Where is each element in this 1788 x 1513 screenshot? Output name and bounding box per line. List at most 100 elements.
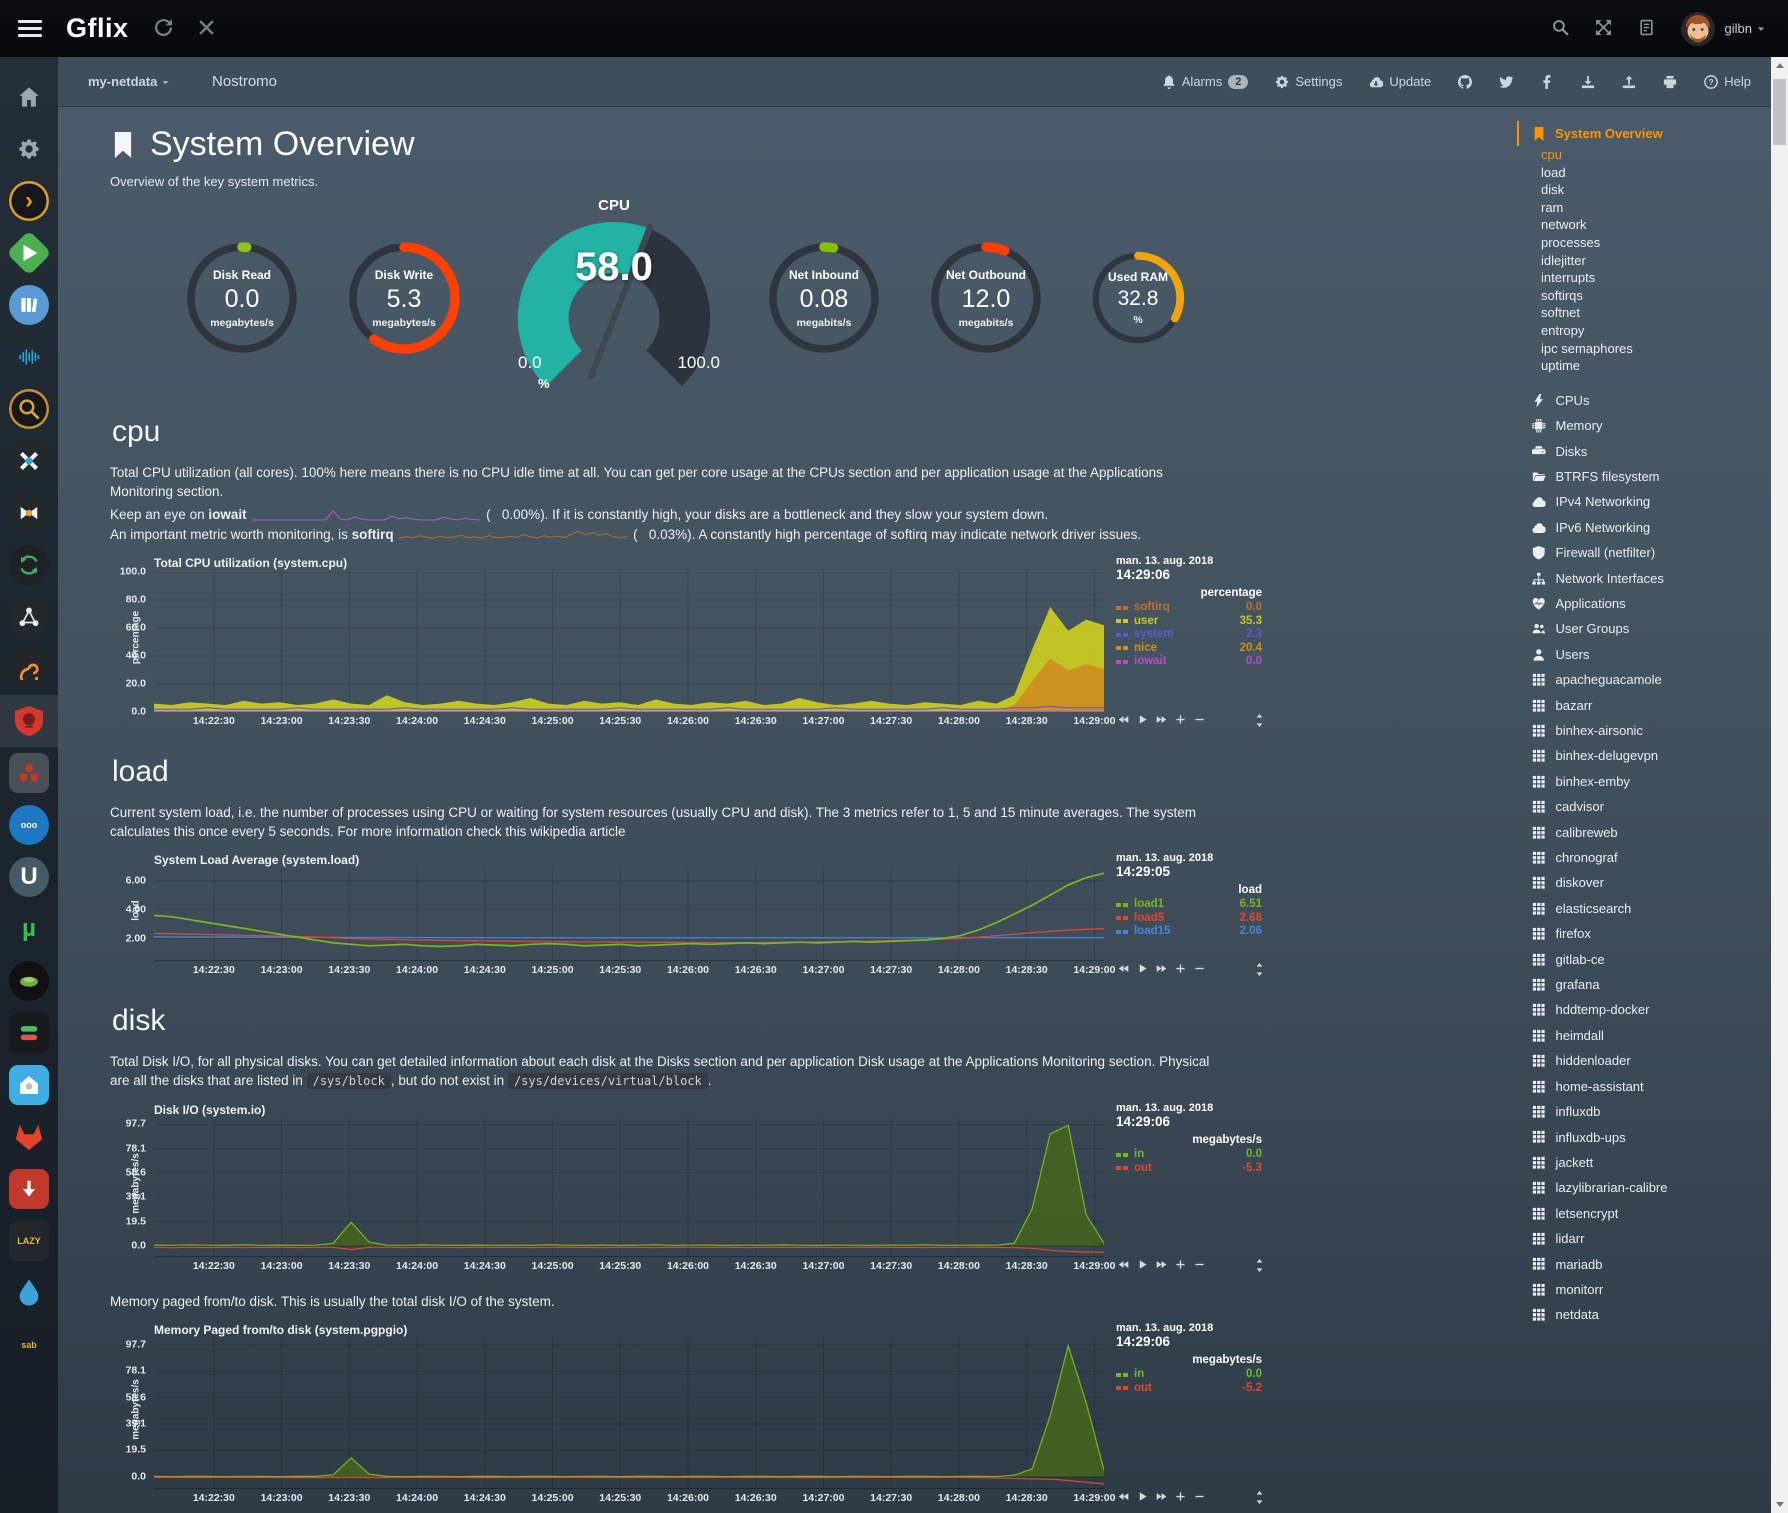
sidebar-app-plex[interactable]: › xyxy=(0,175,58,227)
legend-row-softirq[interactable]: softirq0.0 xyxy=(1116,601,1264,615)
menu-app-mariadb[interactable]: mariadb xyxy=(1517,1252,1771,1277)
user-menu[interactable]: gilbn xyxy=(1725,21,1766,36)
menu-sub-softirqs[interactable]: softirqs xyxy=(1517,287,1771,305)
menu-app-binhex-delugevpn[interactable]: binhex-delugevpn xyxy=(1517,743,1771,768)
chart-pan-backward-icon[interactable] xyxy=(1118,963,1129,976)
menu-section-ipv4-networking[interactable]: IPv4 Networking xyxy=(1517,489,1771,514)
legend-row-load5[interactable]: load52.68 xyxy=(1116,912,1264,926)
chart-play-icon[interactable] xyxy=(1137,1259,1148,1272)
sidebar-app-deluge[interactable] xyxy=(0,1267,58,1319)
sidebar-app-settings[interactable] xyxy=(0,123,58,175)
menu-app-influxdb-ups[interactable]: influxdb-ups xyxy=(1517,1125,1771,1150)
menu-sub-ram[interactable]: ram xyxy=(1517,199,1771,217)
menu-sub-uptime[interactable]: uptime xyxy=(1517,357,1771,375)
sidebar-app-home-assistant[interactable] xyxy=(0,1059,58,1111)
sidebar-app-home[interactable] xyxy=(0,71,58,123)
chart-resize-handle[interactable] xyxy=(1253,962,1266,977)
menu-app-chronograf[interactable]: chronograf xyxy=(1517,845,1771,870)
chart-pan-backward-icon[interactable] xyxy=(1118,714,1129,727)
menu-app-lazylibrarian-calibre[interactable]: lazylibrarian-calibre xyxy=(1517,1175,1771,1200)
chart-zoom-out-icon[interactable] xyxy=(1194,963,1205,976)
sidebar-app-molecule-app[interactable] xyxy=(0,591,58,643)
sidebar-app-nextcloud[interactable]: ooo xyxy=(0,799,58,851)
sidebar-app-unifi[interactable]: U xyxy=(0,851,58,903)
menu-section-applications[interactable]: Applications xyxy=(1517,591,1771,616)
sidebar-app-download-app[interactable] xyxy=(0,1163,58,1215)
chart-plot-area[interactable] xyxy=(154,572,1104,712)
chart-plot-area[interactable] xyxy=(154,1339,1104,1489)
menu-sub-softnet[interactable]: softnet xyxy=(1517,304,1771,322)
chart-zoom-in-icon[interactable] xyxy=(1175,963,1186,976)
menu-app-firefox[interactable]: firefox xyxy=(1517,921,1771,946)
github-button[interactable] xyxy=(1458,75,1472,89)
sidebar-app-recycle[interactable] xyxy=(0,539,58,591)
scrollbar-thumb[interactable] xyxy=(1773,79,1786,145)
chart-resize-handle[interactable] xyxy=(1253,1490,1266,1505)
menu-system-overview[interactable]: System Overview xyxy=(1517,121,1771,146)
chart-zoom-in-icon[interactable] xyxy=(1175,714,1186,727)
legend-row-load1[interactable]: load16.51 xyxy=(1116,898,1264,912)
menu-app-hddtemp-docker[interactable]: hddtemp-docker xyxy=(1517,997,1771,1022)
chart-pan-forward-icon[interactable] xyxy=(1156,714,1167,727)
scroll-up-arrow[interactable] xyxy=(1771,57,1788,74)
sidebar-app-cubes-app[interactable] xyxy=(0,747,58,799)
help-button[interactable]: Help xyxy=(1704,74,1751,89)
menu-sub-network[interactable]: network xyxy=(1517,216,1771,234)
sidebar-app-utorrent[interactable]: µ xyxy=(0,903,58,955)
menu-sub-disk[interactable]: disk xyxy=(1517,181,1771,199)
sidebar-app-sabnzbd[interactable]: sab xyxy=(0,1319,58,1371)
chart-zoom-in-icon[interactable] xyxy=(1175,1491,1186,1504)
menu-app-binhex-airsonic[interactable]: binhex-airsonic xyxy=(1517,718,1771,743)
gauge-used-ram[interactable]: Used RAM32.8% xyxy=(1090,250,1186,346)
sidebar-app-lazylibrarian[interactable]: LAZY xyxy=(0,1215,58,1267)
chart-plot-area[interactable] xyxy=(154,869,1104,961)
chart-pgpgio[interactable]: Memory Paged from/to disk (system.pgpgio… xyxy=(110,1323,1270,1506)
legend-row-in[interactable]: in0.0 xyxy=(1116,1148,1264,1162)
sidebar-app-bazarr-tab[interactable] xyxy=(0,487,58,539)
print-button[interactable] xyxy=(1663,75,1677,89)
menu-section-users[interactable]: Users xyxy=(1517,642,1771,667)
legend-row-out[interactable]: out-5.2 xyxy=(1116,1382,1264,1396)
menu-app-elasticsearch[interactable]: elasticsearch xyxy=(1517,896,1771,921)
menu-section-memory[interactable]: Memory xyxy=(1517,413,1771,438)
sidebar-app-netdata-tab[interactable] xyxy=(0,695,58,747)
chart-pan-forward-icon[interactable] xyxy=(1156,1491,1167,1504)
menu-sub-idlejitter[interactable]: idlejitter xyxy=(1517,252,1771,270)
chart-pan-backward-icon[interactable] xyxy=(1118,1259,1129,1272)
export-button[interactable] xyxy=(1622,75,1636,89)
menu-app-diskover[interactable]: diskover xyxy=(1517,870,1771,895)
menu-section-firewall-netfilter-[interactable]: Firewall (netfilter) xyxy=(1517,540,1771,565)
menu-app-jackett[interactable]: jackett xyxy=(1517,1150,1771,1175)
legend-row-in[interactable]: in0.0 xyxy=(1116,1368,1264,1382)
sidebar-app-monitorr[interactable] xyxy=(0,1007,58,1059)
menu-app-home-assistant[interactable]: home-assistant xyxy=(1517,1074,1771,1099)
gauge-disk-read[interactable]: Disk Read0.0megabytes/s xyxy=(184,240,300,356)
menu-icon[interactable] xyxy=(18,16,42,41)
menu-sub-processes[interactable]: processes xyxy=(1517,234,1771,252)
menu-app-hiddenloader[interactable]: hiddenloader xyxy=(1517,1048,1771,1073)
menu-app-influxdb[interactable]: influxdb xyxy=(1517,1099,1771,1124)
import-button[interactable] xyxy=(1581,75,1595,89)
menu-sub-interrupts[interactable]: interrupts xyxy=(1517,269,1771,287)
menu-app-cadvisor[interactable]: cadvisor xyxy=(1517,794,1771,819)
menu-sub-cpu[interactable]: cpu xyxy=(1517,146,1771,164)
legend-row-out[interactable]: out-5.3 xyxy=(1116,1162,1264,1176)
chart-plot-area[interactable] xyxy=(154,1119,1104,1257)
menu-app-lidarr[interactable]: lidarr xyxy=(1517,1226,1771,1251)
chart-play-icon[interactable] xyxy=(1137,1491,1148,1504)
chart-play-icon[interactable] xyxy=(1137,714,1148,727)
menu-section-disks[interactable]: Disks xyxy=(1517,439,1771,464)
menu-section-btrfs-filesystem[interactable]: BTRFS filesystem xyxy=(1517,464,1771,489)
legend-row-iowait[interactable]: iowait0.0 xyxy=(1116,655,1264,669)
legend-row-load15[interactable]: load152.06 xyxy=(1116,925,1264,939)
facebook-button[interactable] xyxy=(1540,75,1554,89)
menu-app-binhex-emby[interactable]: binhex-emby xyxy=(1517,769,1771,794)
chart-pan-forward-icon[interactable] xyxy=(1156,963,1167,976)
sidebar-app-library[interactable] xyxy=(0,279,58,331)
chart-disk[interactable]: Disk I/O (system.io)megabytes/s97.778.15… xyxy=(110,1103,1270,1274)
menu-app-apacheguacamole[interactable]: apacheguacamole xyxy=(1517,667,1771,692)
chart-cpu[interactable]: Total CPU utilization (system.cpu)percen… xyxy=(110,556,1270,729)
menu-app-monitorr[interactable]: monitorr xyxy=(1517,1277,1771,1302)
chart-load[interactable]: System Load Average (system.load)load6.0… xyxy=(110,853,1270,978)
sidebar-app-gitlab[interactable] xyxy=(0,1111,58,1163)
